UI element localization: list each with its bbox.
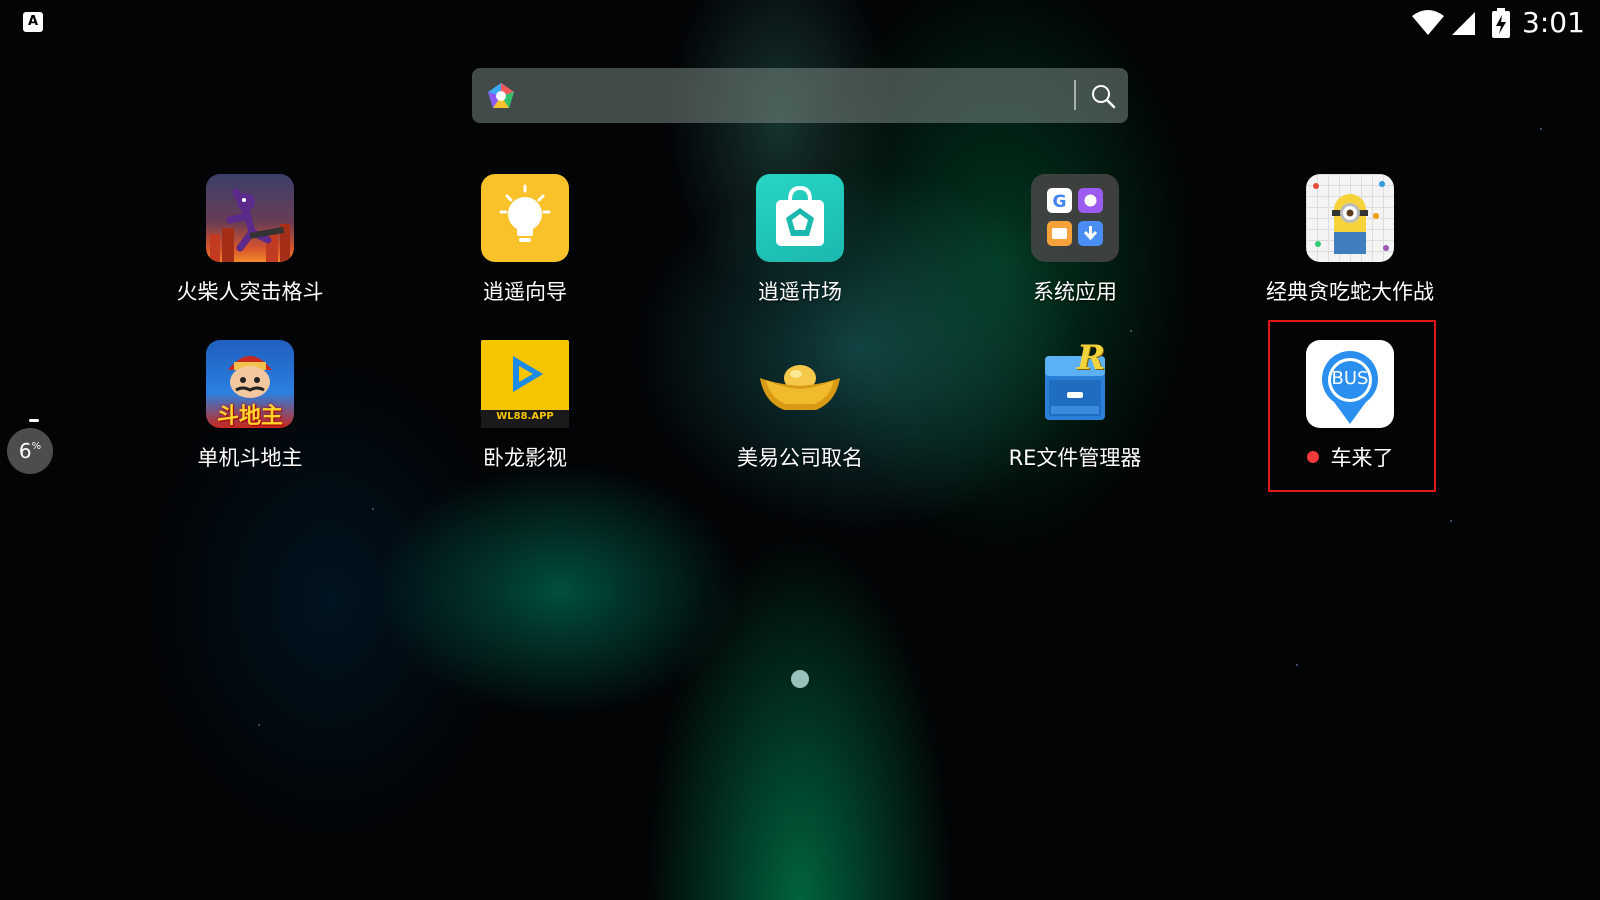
app-system-apps[interactable]: G 系统应用 [975, 174, 1175, 324]
app-label: 卧龙影视 [483, 446, 567, 470]
app-label: RE文件管理器 [1008, 446, 1142, 470]
float-widget-value: 6 [18, 439, 32, 463]
app-label: 火柴人突击格斗 [176, 280, 324, 304]
app-wolong-video[interactable]: WL88.APP 卧龙影视 [425, 340, 625, 490]
signal-icon [1452, 12, 1475, 35]
gold-ingot-icon[interactable] [756, 340, 844, 428]
app-snake-game[interactable]: 经典贪吃蛇大作战 [1250, 174, 1450, 324]
app-label: 逍遥市场 [758, 280, 842, 304]
app-stickman-fighter[interactable]: 火柴人突击格斗 [150, 174, 350, 324]
doudizhu-icon[interactable]: 斗地主 [206, 340, 294, 428]
video-icon-text: WL88.APP [496, 411, 554, 422]
file-manager-icon[interactable]: R [1031, 340, 1119, 428]
app-re-file-manager[interactable]: R RE文件管理器 [975, 340, 1175, 490]
lightbulb-icon[interactable] [481, 174, 569, 262]
app-label: 单机斗地主 [197, 446, 303, 470]
status-bar: A 3:01 [0, 0, 1600, 46]
doudizhu-icon-text: 斗地主 [216, 404, 283, 428]
app-guide[interactable]: 逍遥向导 [425, 174, 625, 324]
clock: 3:01 [1522, 6, 1585, 39]
app-label: 经典贪吃蛇大作战 [1266, 280, 1434, 304]
search-bar[interactable] [472, 68, 1128, 123]
app-label: 美易公司取名 [737, 446, 863, 470]
app-label: 逍遥向导 [483, 280, 567, 304]
app-market[interactable]: 逍遥市场 [700, 174, 900, 324]
app-label: 系统应用 [1033, 280, 1117, 304]
battery-charging-icon [1492, 8, 1510, 38]
float-widget-tick [29, 419, 39, 422]
floating-memory-widget[interactable]: 6% [7, 428, 53, 474]
stickman-fighter-icon[interactable] [206, 174, 294, 262]
search-icon[interactable] [1089, 82, 1117, 110]
file-manager-icon-text: R [1077, 340, 1106, 378]
app-meiyi-naming[interactable]: 美易公司取名 [700, 340, 900, 490]
snake-game-icon[interactable] [1306, 174, 1394, 262]
browser-logo-icon[interactable] [486, 81, 516, 111]
notification-icon: A [23, 12, 43, 32]
wifi-icon [1412, 10, 1444, 35]
float-widget-unit: % [31, 441, 42, 452]
selection-highlight [1268, 320, 1436, 492]
video-play-icon[interactable]: WL88.APP [481, 340, 569, 428]
page-indicator-dot[interactable] [791, 670, 809, 688]
search-divider [1074, 80, 1076, 110]
app-doudizhu[interactable]: 斗地主 单机斗地主 [150, 340, 350, 490]
market-bag-icon[interactable] [756, 174, 844, 262]
svg-text:G: G [1053, 192, 1067, 212]
system-apps-folder-icon[interactable]: G [1031, 174, 1119, 262]
